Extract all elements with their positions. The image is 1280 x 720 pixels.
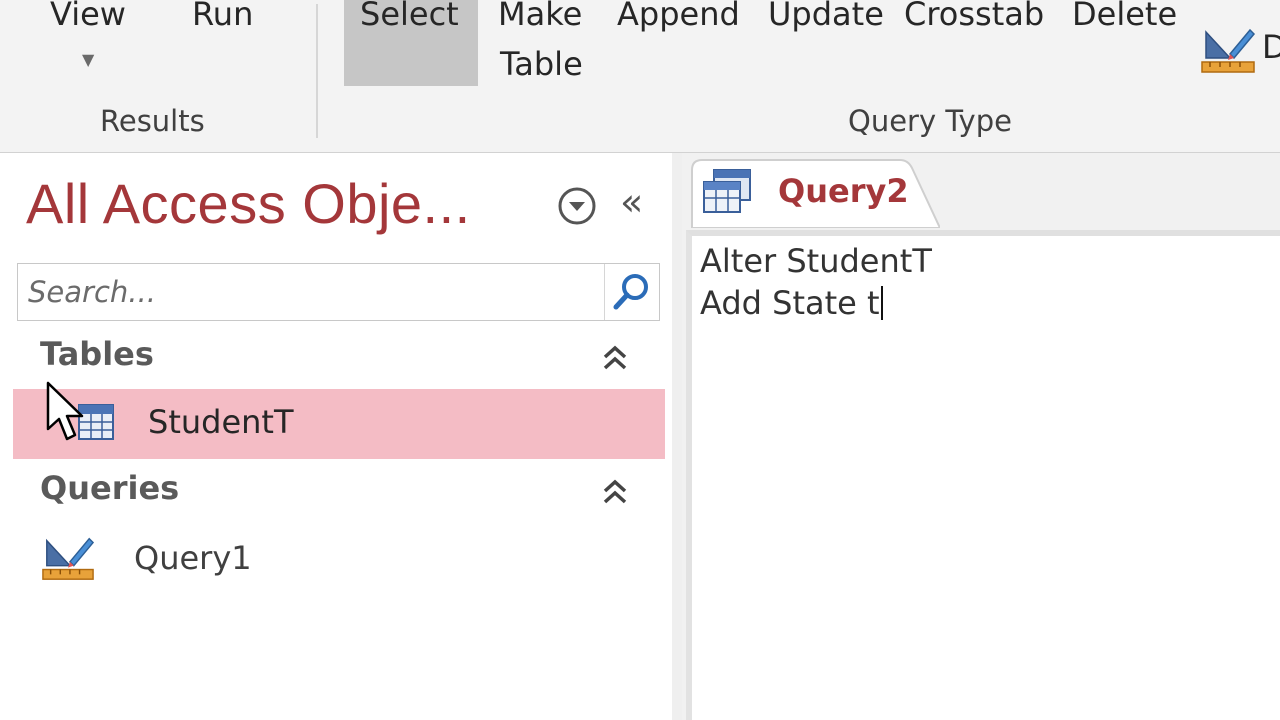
delete-query-button[interactable]: Delete — [1072, 0, 1177, 38]
make-table-button-label-line2[interactable]: Table — [500, 40, 583, 88]
ribbon: View ▼ Run Select Make Table Append Upda… — [0, 0, 1280, 153]
query-design-icon — [42, 537, 95, 580]
crosstab-query-button[interactable]: Crosstab — [904, 0, 1044, 38]
update-query-button[interactable]: Update — [768, 0, 884, 38]
append-query-button[interactable]: Append — [617, 0, 740, 38]
collapse-queries-chevron-icon[interactable] — [600, 477, 630, 507]
view-dropdown-arrow-icon[interactable]: ▼ — [82, 50, 94, 69]
run-button[interactable]: Run — [192, 0, 253, 38]
sql-line: Alter StudentT — [700, 242, 932, 280]
design-pencil-ruler-icon[interactable] — [1200, 24, 1256, 74]
mouse-pointer-icon — [46, 381, 84, 441]
cutoff-ribbon-label[interactable]: D — [1262, 28, 1280, 66]
nav-search-input[interactable] — [18, 264, 604, 320]
nav-item-query1[interactable]: Query1 — [13, 525, 665, 591]
ribbon-group-separator — [316, 4, 318, 138]
sql-query-tab-icon — [703, 169, 751, 213]
tables-section-header[interactable]: Tables — [40, 335, 154, 373]
make-table-button-label[interactable]: Make — [498, 0, 582, 38]
select-query-label[interactable]: Select — [360, 0, 459, 38]
nav-item-studentt[interactable]: StudentT — [13, 389, 665, 459]
nav-pane-title[interactable]: All Access Obje... — [26, 171, 471, 236]
tab-label[interactable]: Query2 — [778, 172, 909, 210]
collapse-tables-chevron-icon[interactable] — [600, 343, 630, 373]
nav-item-label: Query1 — [134, 539, 252, 577]
sql-editor[interactable]: Alter StudentT Add State t — [686, 230, 1280, 720]
search-button[interactable] — [604, 264, 659, 320]
nav-item-label: StudentT — [148, 403, 294, 441]
nav-search-box[interactable] — [17, 263, 660, 321]
navigation-pane: All Access Obje... « Tables StudentT — [0, 153, 680, 720]
nav-pane-menu-dropdown-icon[interactable] — [556, 185, 598, 227]
view-button[interactable]: View — [50, 0, 126, 38]
search-icon — [613, 274, 648, 310]
text-caret — [880, 286, 883, 320]
queries-section-header[interactable]: Queries — [40, 469, 179, 507]
nav-pane-splitter[interactable] — [672, 153, 682, 720]
nav-pane-collapse-icon[interactable]: « — [620, 177, 643, 227]
query-type-group-label: Query Type — [848, 104, 1012, 138]
results-group-label: Results — [100, 104, 205, 138]
sql-line: Add State t — [700, 284, 883, 322]
